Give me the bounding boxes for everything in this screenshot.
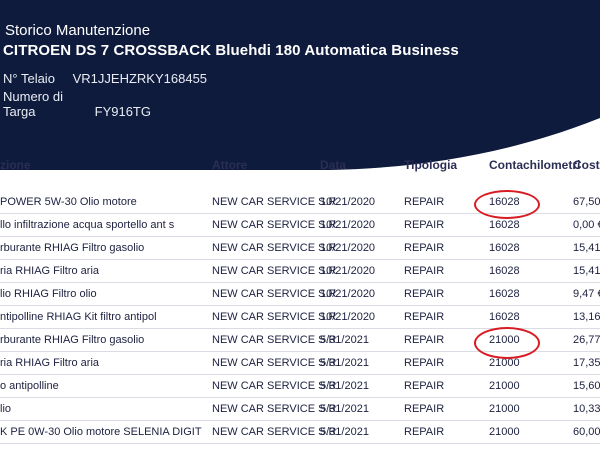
chassis-label: N° Telaio: [3, 71, 55, 86]
row-actor: NEW CAR SERVICE S.R: [212, 403, 337, 415]
row-odometer: 16028: [489, 242, 520, 254]
row-type: REPAIR: [404, 288, 445, 300]
row-actor: NEW CAR SERVICE S.R: [212, 288, 337, 300]
row-type: REPAIR: [404, 219, 445, 231]
plate-label: Numero di Targa: [3, 89, 63, 119]
column-header-actor: Attore: [212, 158, 248, 172]
table-row: rburante RHIAG Filtro gasolio NEW CAR SER…: [0, 328, 600, 352]
row-actor: NEW CAR SERVICE S.R: [212, 219, 337, 231]
row-date: 10/21/2020: [320, 288, 376, 300]
row-actor: NEW CAR SERVICE S.R: [212, 380, 337, 392]
row-cost: 15,60: [573, 380, 600, 392]
row-odometer: 16028: [489, 265, 520, 277]
row-odometer: 21000: [489, 334, 520, 346]
column-header-odometer: Contachilometri: [489, 158, 581, 172]
row-type: REPAIR: [404, 311, 445, 323]
row-date: 10/21/2020: [320, 219, 376, 231]
row-odometer: 16028: [489, 288, 520, 300]
table-row: K PE 0W-30 Olio motore SELENIA DIGIT NEW …: [0, 420, 600, 444]
row-type: REPAIR: [404, 265, 445, 277]
row-actor: NEW CAR SERVICE S.R: [212, 242, 337, 254]
chassis-value: VR1JJEHZRKY168455: [72, 71, 208, 86]
row-description: ria RHIAG Filtro aria: [0, 265, 100, 277]
row-cost: 17,35: [573, 357, 600, 369]
column-header-date: Data: [320, 158, 347, 172]
row-cost: 15,41: [573, 265, 600, 277]
row-actor: NEW CAR SERVICE S.R: [212, 196, 337, 208]
row-description: ria RHIAG Filtro aria: [0, 357, 100, 369]
column-header-cost: Costo: [573, 158, 600, 172]
row-description: ntipolline RHIAG Kit filtro antipol: [0, 311, 157, 323]
row-actor: NEW CAR SERVICE S.R: [212, 311, 337, 323]
row-date: 10/21/2020: [320, 265, 376, 277]
row-actor: NEW CAR SERVICE S.R: [212, 334, 337, 346]
row-odometer: 21000: [489, 426, 520, 438]
row-odometer: 16028: [489, 196, 520, 208]
row-description: llo infiltrazione acqua sportello ant s: [0, 219, 175, 231]
table-row: ria RHIAG Filtro aria NEW CAR SERVICE S.R…: [0, 351, 600, 375]
row-date: 5/31/2021: [320, 380, 369, 392]
row-type: REPAIR: [404, 196, 445, 208]
column-header-type: Tipologia: [404, 158, 458, 172]
row-actor: NEW CAR SERVICE S.R: [212, 426, 337, 438]
row-type: REPAIR: [404, 357, 445, 369]
row-date: 5/31/2021: [320, 403, 369, 415]
row-date: 5/31/2021: [320, 334, 369, 346]
row-cost: 9,47 €: [573, 288, 600, 300]
plate-value: FY916TG: [94, 104, 151, 119]
plate-number: Numero di Targa FY916TG: [3, 89, 151, 119]
vehicle-model: CITROEN DS 7 CROSSBACK Bluehdi 180 Autom…: [3, 42, 459, 59]
row-description: K PE 0W-30 Olio motore SELENIA DIGIT: [0, 426, 202, 438]
row-cost: 13,16: [573, 311, 600, 323]
row-odometer: 21000: [489, 357, 520, 369]
table-row: POWER 5W-30 Olio motore NEW CAR SERVICE S…: [0, 190, 600, 214]
row-description: o antipolline: [0, 380, 59, 392]
row-type: REPAIR: [404, 403, 445, 415]
row-cost: 67,50: [573, 196, 600, 208]
row-cost: 15,41: [573, 242, 600, 254]
row-odometer: 16028: [489, 311, 520, 323]
row-cost: 0,00 €: [573, 219, 600, 231]
table-row: ntipolline RHIAG Kit filtro antipol NEW C…: [0, 305, 600, 329]
row-odometer: 16028: [489, 219, 520, 231]
row-description: rburante RHIAG Filtro gasolio: [0, 334, 145, 346]
row-odometer: 21000: [489, 403, 520, 415]
row-date: 10/21/2020: [320, 311, 376, 323]
row-cost: 26,77: [573, 334, 600, 346]
row-actor: NEW CAR SERVICE S.R: [212, 357, 337, 369]
table-row: ria RHIAG Filtro aria NEW CAR SERVICE S.R…: [0, 259, 600, 283]
row-cost: 10,33: [573, 403, 600, 415]
row-date: 5/31/2021: [320, 426, 369, 438]
row-type: REPAIR: [404, 426, 445, 438]
table-row: o antipolline NEW CAR SERVICE S.R 5/31/202…: [0, 374, 600, 398]
chassis-number: N° Telaio VR1JJEHZRKY168455: [3, 71, 207, 86]
row-date: 10/21/2020: [320, 242, 376, 254]
row-date: 5/31/2021: [320, 357, 369, 369]
table-row: llo infiltrazione acqua sportello ant s N…: [0, 213, 600, 237]
row-description: lio: [0, 403, 12, 415]
row-actor: NEW CAR SERVICE S.R: [212, 265, 337, 277]
row-odometer: 21000: [489, 380, 520, 392]
row-description: lio RHIAG Filtro olio: [0, 288, 97, 300]
row-type: REPAIR: [404, 242, 445, 254]
row-type: REPAIR: [404, 380, 445, 392]
row-description: rburante RHIAG Filtro gasolio: [0, 242, 145, 254]
row-date: 10/21/2020: [320, 196, 376, 208]
table-row: lio NEW CAR SERVICE S.R 5/31/2021 REPAIR 210…: [0, 397, 600, 421]
row-cost: 60,00: [573, 426, 600, 438]
column-header-description: zione: [0, 158, 31, 172]
row-description: POWER 5W-30 Olio motore: [0, 196, 137, 208]
report-header: Storico Manutenzione CITROEN DS 7 CROSSB…: [0, 0, 600, 170]
table-row: rburante RHIAG Filtro gasolio NEW CAR SER…: [0, 236, 600, 260]
row-type: REPAIR: [404, 334, 445, 346]
report-title: Storico Manutenzione: [5, 22, 151, 39]
table-row: lio RHIAG Filtro olio NEW CAR SERVICE S.R…: [0, 282, 600, 306]
